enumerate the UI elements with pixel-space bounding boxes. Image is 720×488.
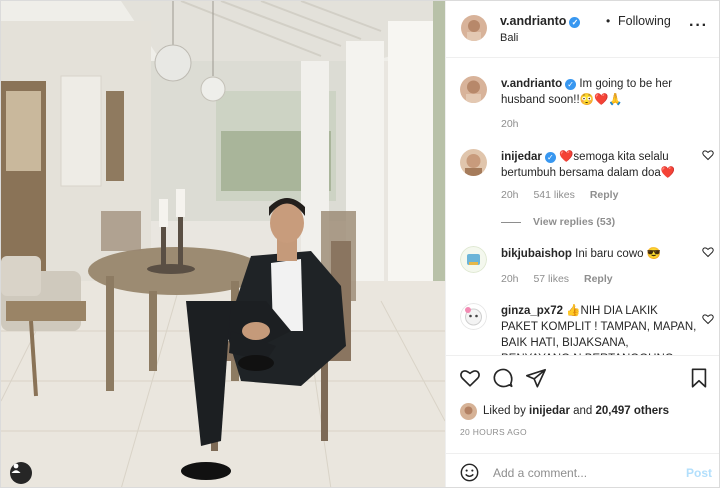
liked-by-prefix: Liked by (483, 405, 530, 417)
comment-bubble-icon[interactable] (492, 367, 514, 389)
view-replies-button[interactable]: View replies (53) (501, 216, 615, 228)
liked-by-row: Liked by inijedar and 20,497 others (460, 402, 669, 420)
like-comment-heart-icon[interactable] (702, 149, 714, 161)
comment-username[interactable]: bikjubaishop (501, 248, 572, 260)
caption-author-avatar[interactable] (460, 76, 487, 103)
comment-time[interactable]: 20h (501, 273, 519, 285)
save-bookmark-icon[interactable] (688, 367, 710, 389)
comment-meta: 20h 541 likes Reply (501, 189, 630, 201)
caption-meta: 20h (501, 118, 531, 130)
comment-likes[interactable]: 57 likes (533, 273, 569, 285)
commenter-avatar[interactable] (460, 149, 487, 176)
verified-badge-icon: ✓ (544, 152, 556, 163)
separator-dot: • (606, 14, 611, 28)
post-location[interactable]: Bali (500, 32, 518, 44)
share-paper-plane-icon[interactable] (525, 367, 547, 389)
comment-body: ginza_px72 👍NIH DIA LAKIK PAKET KOMPLIT … (501, 303, 697, 355)
comment-body: bikjubaishop Ini baru cowo 😎 (501, 246, 697, 262)
comment-likes[interactable]: 541 likes (533, 189, 574, 201)
instagram-post-window: v.andrianto ✓ • Following Bali ··· v.andr… (0, 0, 720, 488)
comment-username[interactable]: inijedar (501, 151, 542, 163)
post-header: v.andrianto ✓ • Following Bali ··· (446, 1, 719, 58)
commenter-avatar[interactable] (460, 246, 487, 273)
tagged-user-icon[interactable] (10, 462, 32, 484)
liker-avatar[interactable] (460, 402, 477, 420)
reply-button[interactable]: Reply (590, 189, 619, 201)
like-comment-heart-icon[interactable] (702, 313, 714, 325)
like-comment-heart-icon[interactable] (702, 246, 714, 258)
caption-body: v.andrianto ✓ Im going to be her husband … (501, 76, 697, 108)
reply-button[interactable]: Reply (584, 273, 613, 285)
author-avatar[interactable] (461, 15, 487, 41)
post-detail-panel: v.andrianto ✓ • Following Bali ··· v.andr… (445, 1, 719, 487)
comment-body: inijedar ✓ ❤️semoga kita selalu bertumbuh… (501, 149, 697, 181)
like-heart-icon[interactable] (459, 367, 481, 389)
post-photo-illustration (1, 1, 445, 487)
caption-time[interactable]: 20h (501, 118, 519, 130)
verified-badge-icon: ✓ (569, 17, 581, 28)
liked-by-user[interactable]: inijedar (529, 405, 570, 417)
add-comment-input[interactable]: Add a comment... (493, 466, 587, 480)
comment-time[interactable]: 20h (501, 189, 519, 201)
post-timestamp[interactable]: 20 HOURS AGO (460, 427, 527, 437)
caption-username[interactable]: v.andrianto (501, 78, 562, 90)
post-photo[interactable] (1, 1, 445, 487)
emoji-smiley-icon[interactable] (460, 463, 479, 482)
comments-list: v.andrianto ✓ Im going to be her husband … (446, 59, 719, 355)
add-comment-bar: Add a comment... Post (446, 453, 719, 487)
verified-badge-icon: ✓ (565, 79, 577, 90)
author-username[interactable]: v.andrianto ✓ (500, 14, 581, 28)
author-username-text[interactable]: v.andrianto (500, 14, 566, 28)
more-options-icon[interactable]: ··· (689, 17, 708, 35)
liked-by-middle: and (569, 405, 596, 417)
post-comment-button[interactable]: Post (686, 466, 712, 480)
post-actions-bar (446, 355, 719, 397)
commenter-avatar[interactable] (460, 303, 487, 330)
liked-by-others[interactable]: 20,497 others (596, 405, 670, 417)
following-button[interactable]: Following (618, 14, 671, 28)
comment-meta: 20h 57 likes Reply (501, 273, 625, 285)
comment-text: Ini baru cowo 😎 (575, 248, 662, 260)
comment-username[interactable]: ginza_px72 (501, 305, 563, 317)
